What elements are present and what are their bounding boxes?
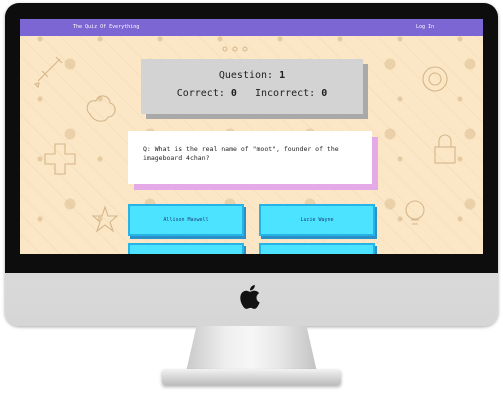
question-text: Q: What is the real name of "moot", foun…	[143, 145, 339, 162]
navbar: The Quiz Of Everything Log In	[20, 19, 483, 36]
question-number: 1	[279, 70, 286, 81]
answer-button-3[interactable]	[128, 243, 244, 254]
question-card: Q: What is the real name of "moot", foun…	[128, 131, 372, 184]
question-label: Question:	[218, 70, 274, 81]
apple-logo-icon	[240, 285, 260, 309]
correct-label: Correct:	[176, 88, 225, 99]
doodle-brain-icon	[86, 95, 116, 122]
question-counter: Question: 1	[141, 70, 363, 81]
doodle-dots-icon	[222, 46, 248, 52]
incorrect-count: 0	[321, 88, 328, 99]
doodle-circle-icon	[422, 66, 448, 92]
monitor-stand-base	[162, 369, 341, 385]
incorrect-label: Incorrect:	[255, 88, 316, 99]
score-line: Correct: 0 Incorrect: 0	[141, 88, 363, 99]
site-title[interactable]: The Quiz Of Everything	[73, 24, 139, 30]
doodle-rocket-icon	[33, 56, 63, 89]
doodle-puzzle-icon	[44, 143, 76, 175]
answer-button-4[interactable]	[259, 243, 375, 254]
doodle-bulb-icon	[405, 200, 425, 225]
answer-button-1[interactable]: Allison Maxwell	[128, 204, 244, 236]
correct-count: 0	[230, 88, 237, 99]
doodle-lock-icon	[434, 134, 456, 164]
screen: The Quiz Of Everything Log In Question: …	[20, 19, 483, 254]
monitor-stand-neck	[186, 326, 317, 372]
score-card: Question: 1 Correct: 0 Incorrect: 0	[141, 59, 363, 114]
doodle-star-icon	[91, 205, 119, 233]
answer-button-2[interactable]: Lucie Wayne	[259, 204, 375, 236]
login-link[interactable]: Log In	[416, 24, 434, 30]
